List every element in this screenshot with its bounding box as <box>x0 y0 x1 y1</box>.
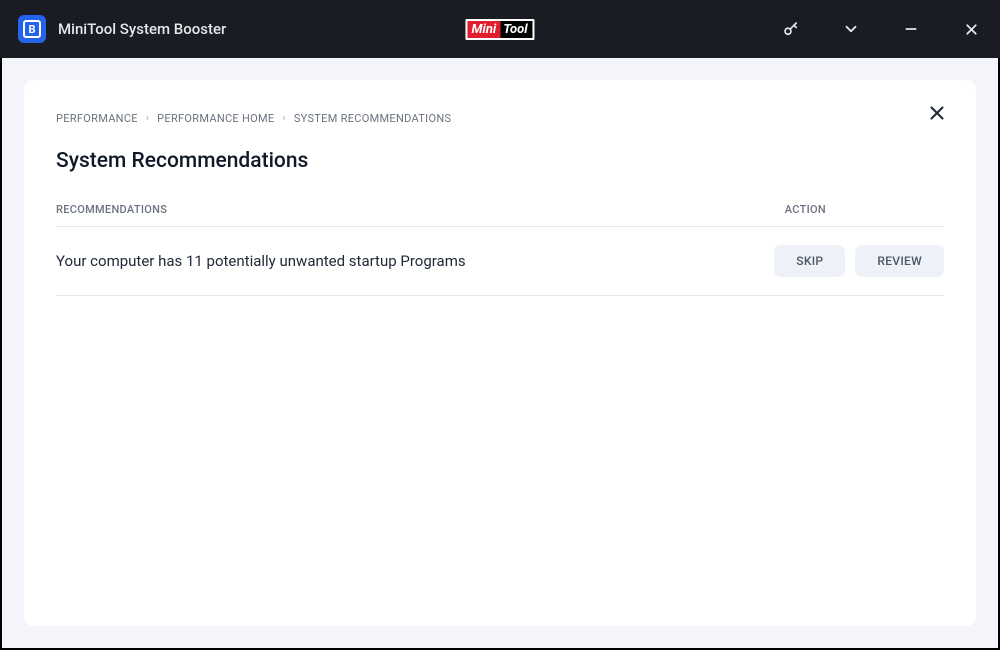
recommendation-text: Your computer has 11 potentially unwante… <box>56 252 466 270</box>
brand-logo: Mini Tool <box>465 19 534 40</box>
titlebar-controls <box>780 18 982 40</box>
minimize-button[interactable] <box>900 18 922 40</box>
breadcrumb-performance[interactable]: PERFORMANCE <box>56 112 138 125</box>
breadcrumb-current: SYSTEM RECOMMENDATIONS <box>294 112 452 125</box>
app-icon-glyph: B <box>23 20 41 38</box>
close-panel-button[interactable] <box>926 102 948 128</box>
key-icon[interactable] <box>780 18 802 40</box>
brand-left: Mini <box>467 21 500 38</box>
app-title: MiniTool System Booster <box>58 20 226 38</box>
app-window: B MiniTool System Booster Mini Tool <box>0 0 1000 650</box>
table-row: Your computer has 11 potentially unwante… <box>56 227 944 296</box>
close-button[interactable] <box>960 18 982 40</box>
titlebar: B MiniTool System Booster Mini Tool <box>0 0 1000 58</box>
page-title: System Recommendations <box>56 149 944 173</box>
breadcrumb: PERFORMANCE › PERFORMANCE HOME › SYSTEM … <box>56 112 944 125</box>
brand-logo-box: Mini Tool <box>465 19 534 40</box>
chevron-right-icon: › <box>146 113 149 124</box>
app-icon: B <box>18 15 46 43</box>
main-card: PERFORMANCE › PERFORMANCE HOME › SYSTEM … <box>24 80 976 626</box>
chevron-right-icon: › <box>283 113 286 124</box>
brand-right: Tool <box>500 21 532 38</box>
breadcrumb-performance-home[interactable]: PERFORMANCE HOME <box>157 112 274 125</box>
table-header: RECOMMENDATIONS ACTION <box>56 203 944 227</box>
row-actions: SKIP REVIEW <box>774 245 944 277</box>
content-area: PERFORMANCE › PERFORMANCE HOME › SYSTEM … <box>0 58 1000 650</box>
chevron-down-icon[interactable] <box>840 18 862 40</box>
review-button[interactable]: REVIEW <box>855 245 944 277</box>
skip-button[interactable]: SKIP <box>774 245 845 277</box>
column-header-action: ACTION <box>785 203 826 216</box>
column-header-recommendations: RECOMMENDATIONS <box>56 203 167 216</box>
